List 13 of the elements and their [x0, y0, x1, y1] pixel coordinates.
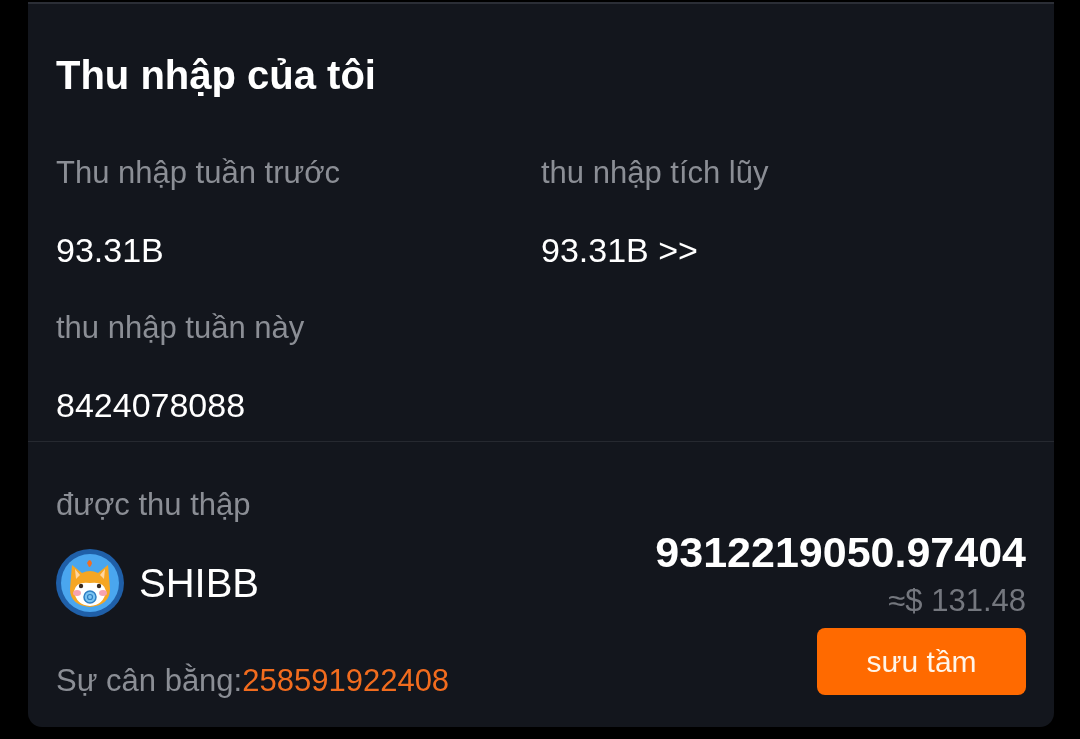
stat-value[interactable]: 93.31B >> — [541, 230, 698, 270]
stat-value: 93.31B — [56, 230, 164, 270]
shiba-dog-coin-icon — [56, 549, 124, 617]
stat-label: Thu nhập tuần trước — [56, 154, 342, 192]
stat-label: thu nhập tuần này — [56, 309, 306, 347]
card-title: Thu nhập của tôi — [56, 52, 377, 99]
balance-text: Sự cân bằng:258591922408 — [56, 662, 450, 700]
stat-value: 8424078088 — [56, 385, 246, 425]
stat-label: thu nhập tích lũy — [541, 154, 770, 192]
collected-label: được thu thập — [56, 486, 251, 524]
token-name: SHIBB — [139, 560, 260, 607]
usd-value: ≈$ 131.48 — [888, 582, 1026, 620]
token-amount: 9312219050.97404 — [655, 527, 1026, 577]
